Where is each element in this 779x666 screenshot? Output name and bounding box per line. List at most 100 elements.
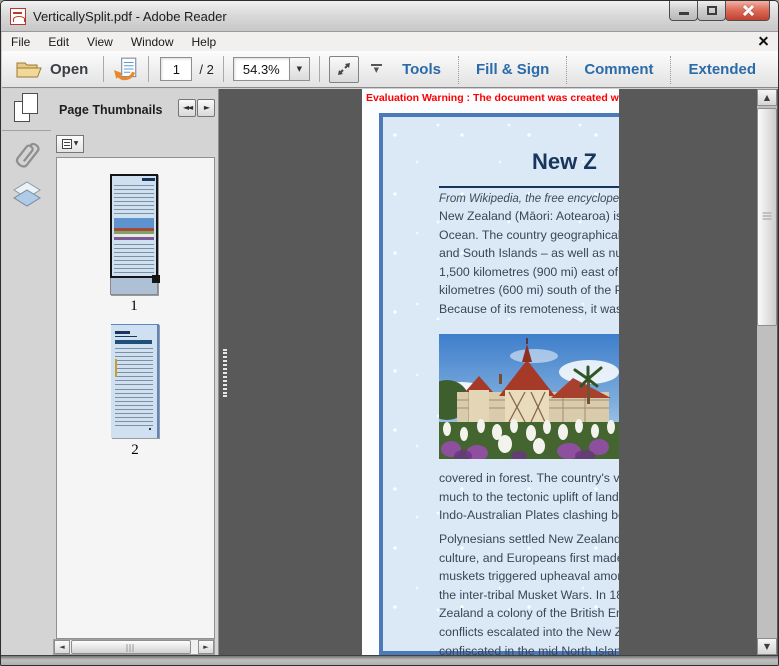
layers-panel-button[interactable]	[12, 181, 42, 209]
paragraph-line: Because of its remoteness, it was one of…	[439, 300, 619, 319]
fill-sign-button[interactable]: Fill & Sign	[459, 61, 566, 78]
splitter-drag-grip[interactable]	[223, 349, 227, 397]
page-thumbnails-panel-button[interactable]	[14, 93, 41, 124]
zoom-dropdown-button[interactable]: ▼	[289, 57, 310, 81]
left-arrow-icon: ◄	[59, 644, 64, 651]
menu-help[interactable]: Help	[183, 33, 226, 51]
maximize-icon	[707, 6, 717, 15]
title-bar[interactable]: VerticallySplit.pdf - Adobe Reader	[1, 1, 778, 32]
chevron-down-icon: ▼	[297, 66, 302, 73]
chevron-down-icon: ▼	[374, 67, 379, 74]
close-button[interactable]	[725, 1, 770, 21]
paragraph-line: muskets triggered upheaval among Māori	[439, 567, 619, 586]
menu-edit[interactable]: Edit	[39, 33, 78, 51]
paragraph-line: Zealand a colony of the British Empire.	[439, 604, 619, 623]
scroll-up-button[interactable]: ▲	[757, 89, 777, 106]
right-arrow-icon: ►	[204, 104, 208, 112]
page-thumbnail-1[interactable]	[110, 174, 158, 295]
scroll-down-button[interactable]: ▼	[757, 638, 777, 655]
page-label-2: 2	[111, 442, 159, 459]
toolbar-separator	[148, 56, 149, 82]
evaluation-warning: Evaluation Warning : The document was cr…	[366, 92, 619, 104]
v-scroll-thumb[interactable]	[757, 108, 777, 326]
paragraph-line: kilometres (600 mi) south of the Pacific…	[439, 281, 619, 300]
paragraph-line: much to the tectonic uplift of land and …	[439, 488, 619, 507]
toolbar-separator	[223, 56, 224, 82]
scroll-left-button[interactable]: ◄	[54, 640, 70, 654]
paragraph-line: conflicts escalated into the New Zealand…	[439, 623, 619, 642]
article-paragraph-3: Polynesians settled New Zealand in 1250–…	[439, 530, 619, 655]
thumb-text-lines	[115, 348, 153, 386]
open-button[interactable]: Open	[2, 55, 94, 83]
right-arrow-icon: ►	[203, 644, 208, 651]
h-scroll-thumb[interactable]	[71, 640, 191, 654]
visible-area-box[interactable]	[110, 174, 158, 278]
tools-button[interactable]: Tools	[385, 61, 458, 78]
fit-window-button[interactable]	[329, 56, 359, 83]
paragraph-line: Indo-Australian Plates clashing beneath …	[439, 506, 619, 525]
panel-title: Page Thumbnails	[59, 103, 163, 117]
chevron-down-icon: ▼	[74, 141, 79, 147]
article-byline: From Wikipedia, the free encyclopedia	[439, 193, 619, 205]
thumb-title-line	[115, 331, 130, 334]
minimize-button[interactable]	[669, 1, 698, 21]
thumb-quote-bar	[115, 359, 117, 377]
article-title: New Z	[532, 149, 597, 175]
toolbar-overflow-button[interactable]: ▼	[371, 64, 382, 74]
main-content: Page Thumbnails ◄◄ ► ▼	[2, 89, 779, 655]
paragraph-line: Ocean. The country geographically compri…	[439, 226, 619, 245]
page-decorative-frame: New Z From Wikipedia, the free encyclope…	[379, 113, 619, 655]
document-v-scrollbar[interactable]: ▲ ▼	[757, 89, 777, 655]
pdf-file-icon	[10, 8, 26, 25]
paragraph-line: covered in forest. The country's varied …	[439, 469, 619, 488]
double-left-arrow-icon: ◄◄	[183, 104, 191, 112]
thumbnails-h-scrollbar[interactable]: ◄ ►	[53, 639, 215, 655]
menu-bar: File Edit View Window Help	[2, 32, 779, 51]
paragraph-line: the inter-tribal Musket Wars. In 1840 th…	[439, 586, 619, 605]
thumb-header-bar	[115, 340, 152, 344]
up-arrow-icon: ▲	[764, 94, 770, 102]
paragraph-line: New Zealand (Māori: Aotearoa) is an isla…	[439, 207, 619, 226]
article-paragraph-1: New Zealand (Māori: Aotearoa) is an isla…	[439, 207, 619, 319]
article-paragraph-2: covered in forest. The country's varied …	[439, 469, 619, 525]
visible-area-resize-handle[interactable]	[152, 275, 160, 283]
comment-button[interactable]: Comment	[567, 61, 670, 78]
window-title: VerticallySplit.pdf - Adobe Reader	[33, 9, 227, 24]
thumb-page-remainder	[110, 278, 158, 295]
previous-page-button[interactable]: ◄◄	[178, 99, 196, 117]
thumbnails-options-button[interactable]: ▼	[56, 135, 84, 153]
sidebar-splitter[interactable]	[219, 89, 230, 655]
article-photo	[439, 334, 619, 459]
paperclip-icon	[15, 141, 40, 168]
window-bottom-frame	[1, 655, 779, 666]
close-document-button[interactable]	[758, 36, 769, 47]
thumbnails-sidebar: Page Thumbnails ◄◄ ► ▼	[51, 89, 218, 655]
share-document-icon[interactable]	[113, 56, 139, 82]
paragraph-line: 1,500 kilometres (900 mi) east of Austra…	[439, 263, 619, 282]
panel-header: Page Thumbnails ◄◄ ►	[51, 89, 218, 130]
thumbnails-options-bar: ▼	[51, 131, 218, 157]
menu-window[interactable]: Window	[122, 33, 183, 51]
page-total-label: / 2	[199, 62, 213, 77]
attachments-panel-button[interactable]	[8, 135, 48, 177]
extended-button[interactable]: Extended	[671, 61, 773, 78]
paragraph-line: Polynesians settled New Zealand in 1250–	[439, 530, 619, 549]
menu-view[interactable]: View	[78, 33, 122, 51]
options-list-icon	[62, 139, 72, 149]
toolbar: Open 1 / 2 54.3% ▼ ▼	[2, 51, 779, 88]
page-thumbnail-2[interactable]	[111, 324, 159, 438]
page-number-input[interactable]: 1	[160, 57, 192, 81]
maximize-button[interactable]	[697, 1, 726, 21]
scroll-right-button[interactable]: ►	[198, 640, 214, 654]
resize-arrows-icon	[336, 61, 352, 77]
next-page-button[interactable]: ►	[197, 99, 215, 117]
toolbar-separator	[103, 56, 104, 82]
paragraph-line: and South Islands – as well as numerous …	[439, 244, 619, 263]
open-label: Open	[50, 61, 88, 78]
zoom-input[interactable]: 54.3%	[233, 57, 290, 81]
menu-file[interactable]: File	[2, 33, 39, 51]
minimize-icon	[679, 12, 689, 15]
down-arrow-icon: ▼	[764, 643, 770, 651]
folder-icon	[16, 59, 42, 79]
toolbar-separator	[319, 56, 320, 82]
